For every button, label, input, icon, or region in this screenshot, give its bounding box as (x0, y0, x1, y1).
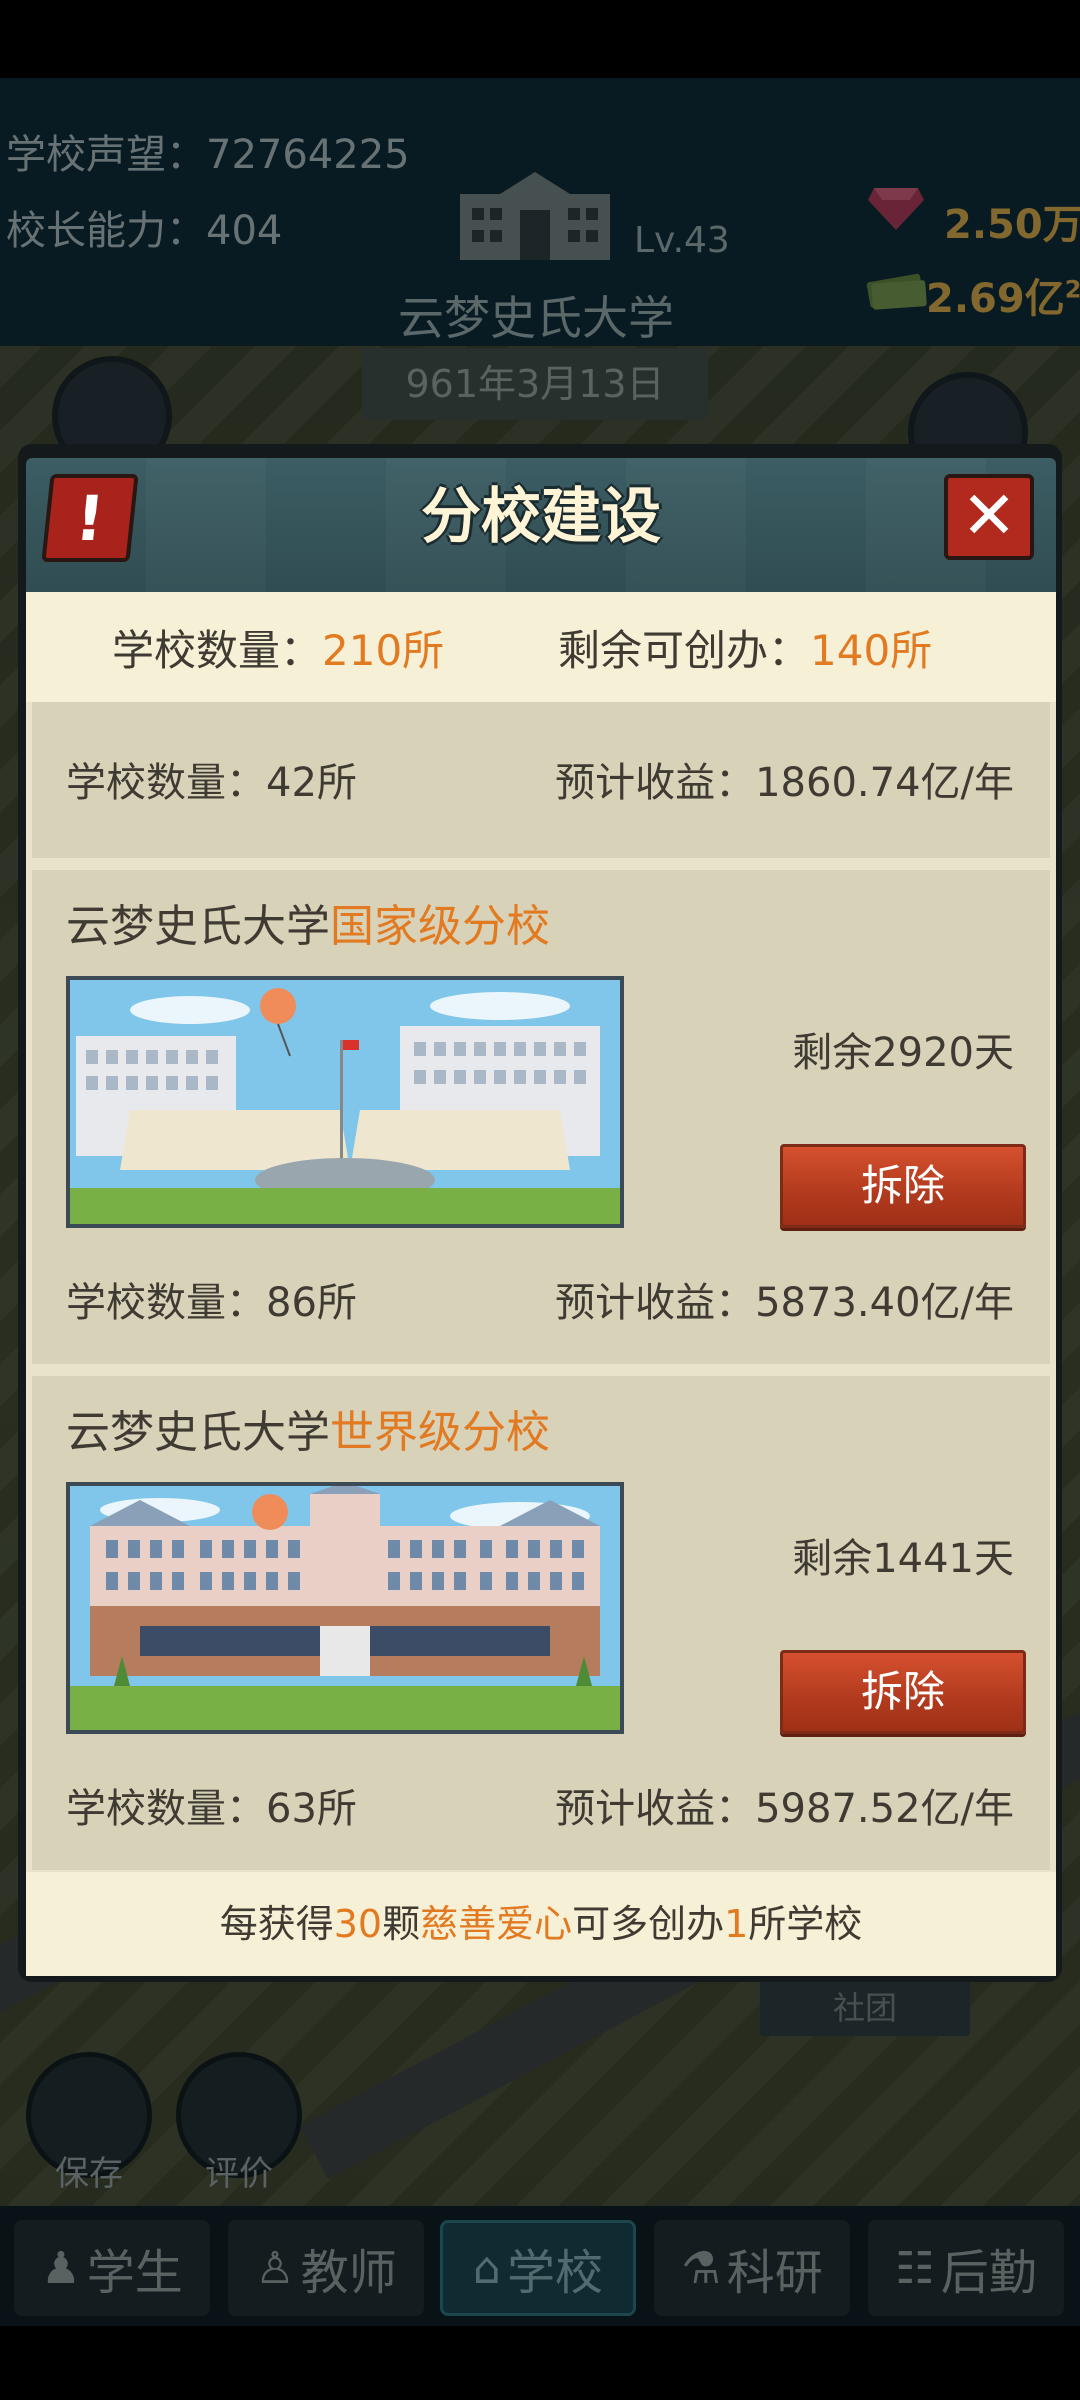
branch-image (66, 976, 624, 1228)
info-alert-icon[interactable]: ! (41, 474, 139, 562)
branch-income: 预计收益：1860.74亿/年 (555, 760, 1014, 806)
charity-tip: 每获得30颗慈善爱心可多创办1所学校 (26, 1872, 1056, 1976)
dialog-title: 分校建设 (421, 482, 661, 552)
branch-school-count: 学校数量：42所 (66, 760, 357, 806)
demolish-button[interactable]: 拆除 (780, 1144, 1026, 1228)
branch-image (66, 1482, 624, 1734)
demolish-button[interactable]: 拆除 (780, 1650, 1026, 1734)
branch-card: 学校数量：42所 预计收益：1860.74亿/年 (32, 702, 1050, 858)
branch-days-remaining: 剩余2920天 (792, 1030, 1014, 1076)
close-icon[interactable]: ✕ (944, 474, 1034, 560)
branch-card: 云梦史氏大学世界级分校 剩余1441天 拆除 学校数量：63所 预计收益：598… (32, 1376, 1050, 1870)
branch-days-remaining: 剩余1441天 (792, 1536, 1014, 1582)
branch-card: 云梦史氏大学国家级分校 剩余2920天 拆除 学校数量：86所 预计收益：587… (32, 870, 1050, 1364)
branch-title: 云梦史氏大学国家级分校 (66, 901, 550, 952)
remaining-capacity: 剩余可创办：140所 (558, 625, 933, 675)
branch-income: 预计收益：5873.40亿/年 (555, 1280, 1014, 1326)
national-campus-illustration (70, 980, 620, 1224)
branch-list[interactable]: 学校数量：42所 预计收益：1860.74亿/年 云梦史氏大学国家级分校 剩余2… (26, 702, 1056, 1872)
branch-school-count: 学校数量：86所 (66, 1280, 357, 1326)
branch-school-count: 学校数量：63所 (66, 1786, 357, 1832)
branch-title: 云梦史氏大学世界级分校 (66, 1407, 550, 1458)
branch-income: 预计收益：5987.52亿/年 (555, 1786, 1014, 1832)
world-campus-illustration (70, 1486, 620, 1730)
summary-bar: 学校数量：210所 剩余可创办：140所 (26, 592, 1056, 702)
total-school-count: 学校数量：210所 (112, 625, 445, 675)
